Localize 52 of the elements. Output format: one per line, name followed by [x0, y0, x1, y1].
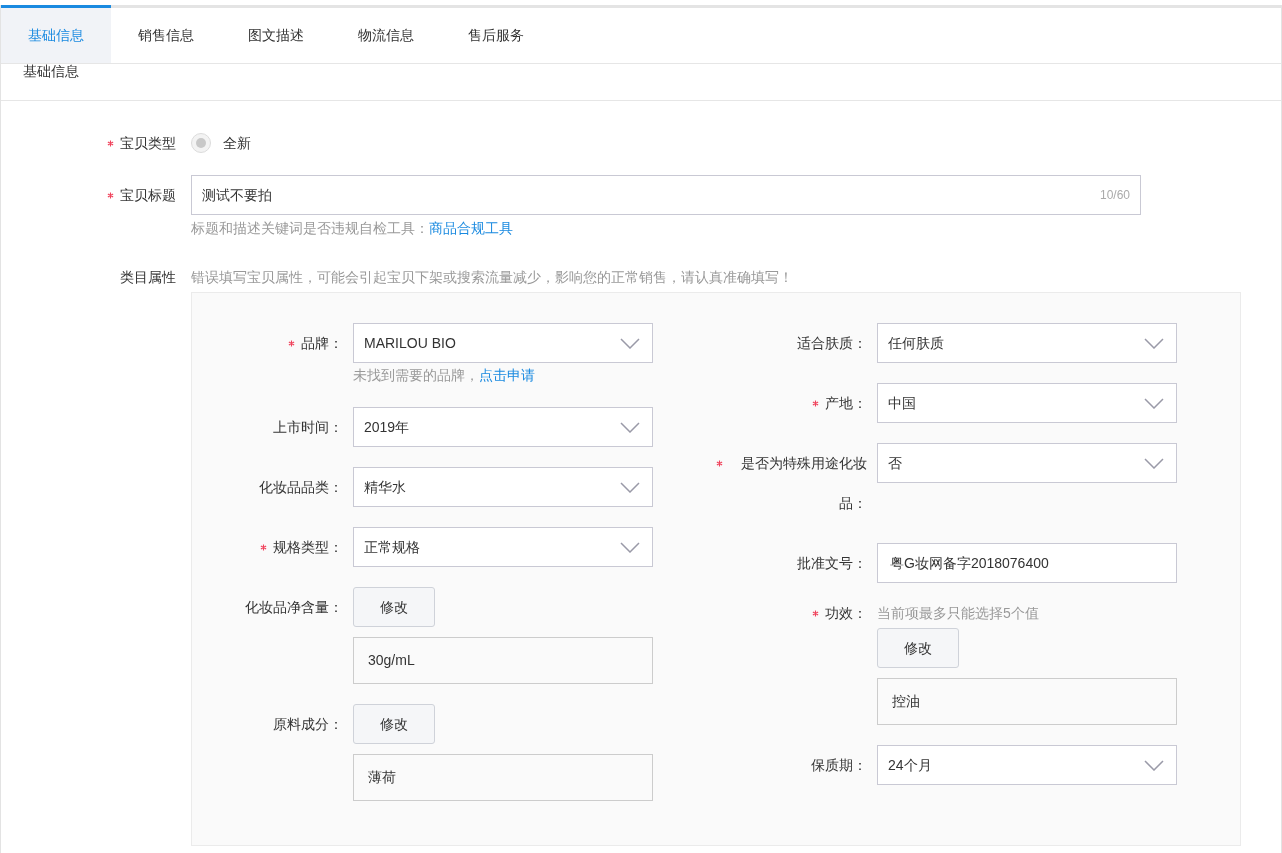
hint-text: 当前项最多只能选择5个值 [877, 604, 1040, 623]
field-label: 规格类型： [273, 538, 343, 557]
text-input[interactable]: 粤G妆网备字2018076400 [877, 543, 1177, 583]
field-label: 功效： [825, 604, 867, 623]
field-label: 化妆品净含量： [245, 598, 343, 617]
field-label: 宝贝类型 [120, 133, 176, 153]
modify-button[interactable]: 修改 [877, 628, 959, 668]
field-label: 上市时间： [273, 418, 343, 437]
chevron-down-icon [620, 337, 640, 349]
radio-label: 全新 [223, 133, 251, 153]
value-box: 30g/mL [353, 637, 653, 684]
modify-button[interactable]: 修改 [353, 587, 435, 627]
tab[interactable]: 销售信息 [111, 5, 221, 63]
hint-text: 标题和描述关键词是否违规自检工具： [191, 220, 429, 236]
dropdown-select[interactable]: 任何肤质 [877, 323, 1177, 363]
modify-button[interactable]: 修改 [353, 704, 435, 744]
character-counter: 10/60 [1099, 187, 1130, 204]
tab[interactable]: 物流信息 [331, 5, 441, 63]
compliance-tool-link[interactable]: 商品合规工具 [429, 220, 513, 236]
chevron-down-icon [620, 481, 640, 493]
field-label: 批准文号： [797, 554, 867, 573]
field-label: 是否为特殊用途化妆品： [740, 454, 867, 513]
tab[interactable]: 售后服务 [441, 5, 551, 63]
dropdown-select[interactable]: 24个月 [877, 745, 1177, 785]
dropdown-select[interactable]: 否 [877, 443, 1177, 483]
dropdown-select[interactable]: 正常规格 [353, 527, 653, 567]
chevron-down-icon [1144, 457, 1164, 469]
dropdown-select[interactable]: 中国 [877, 383, 1177, 423]
field-label: 化妆品品类： [259, 478, 343, 497]
chevron-down-icon [1144, 337, 1164, 349]
value-box: 薄荷 [353, 754, 653, 801]
dropdown-select[interactable]: 2019年 [353, 407, 653, 447]
tab[interactable]: 图文描述 [221, 5, 331, 63]
field-label: 原料成分： [273, 715, 343, 734]
section-title: 基础信息 [23, 64, 80, 78]
value-box: 控油 [877, 678, 1177, 725]
dropdown-select[interactable]: 精华水 [353, 467, 653, 507]
field-label: 适合肤质： [797, 334, 867, 353]
field-label: 产地： [825, 394, 867, 413]
chevron-down-icon [620, 541, 640, 553]
dropdown-select[interactable]: MARILOU BIO [353, 323, 653, 363]
chevron-down-icon [620, 421, 640, 433]
field-label: 类目属性 [120, 268, 176, 287]
chevron-down-icon [1144, 759, 1164, 771]
field-label: 保质期： [811, 756, 867, 775]
title-input[interactable]: 测试不要拍 10/60 [191, 175, 1141, 215]
apply-link[interactable]: 点击申请 [479, 367, 535, 383]
warning-text: 错误填写宝贝属性，可能会引起宝贝下架或搜索流量减少，影响您的正常销售，请认真准确填写！ [191, 268, 794, 287]
field-label: 宝贝标题 [120, 185, 176, 205]
chevron-down-icon [1144, 397, 1164, 409]
hint-text: 未找到需要的品牌， [353, 367, 479, 383]
field-label: 品牌： [301, 334, 343, 353]
